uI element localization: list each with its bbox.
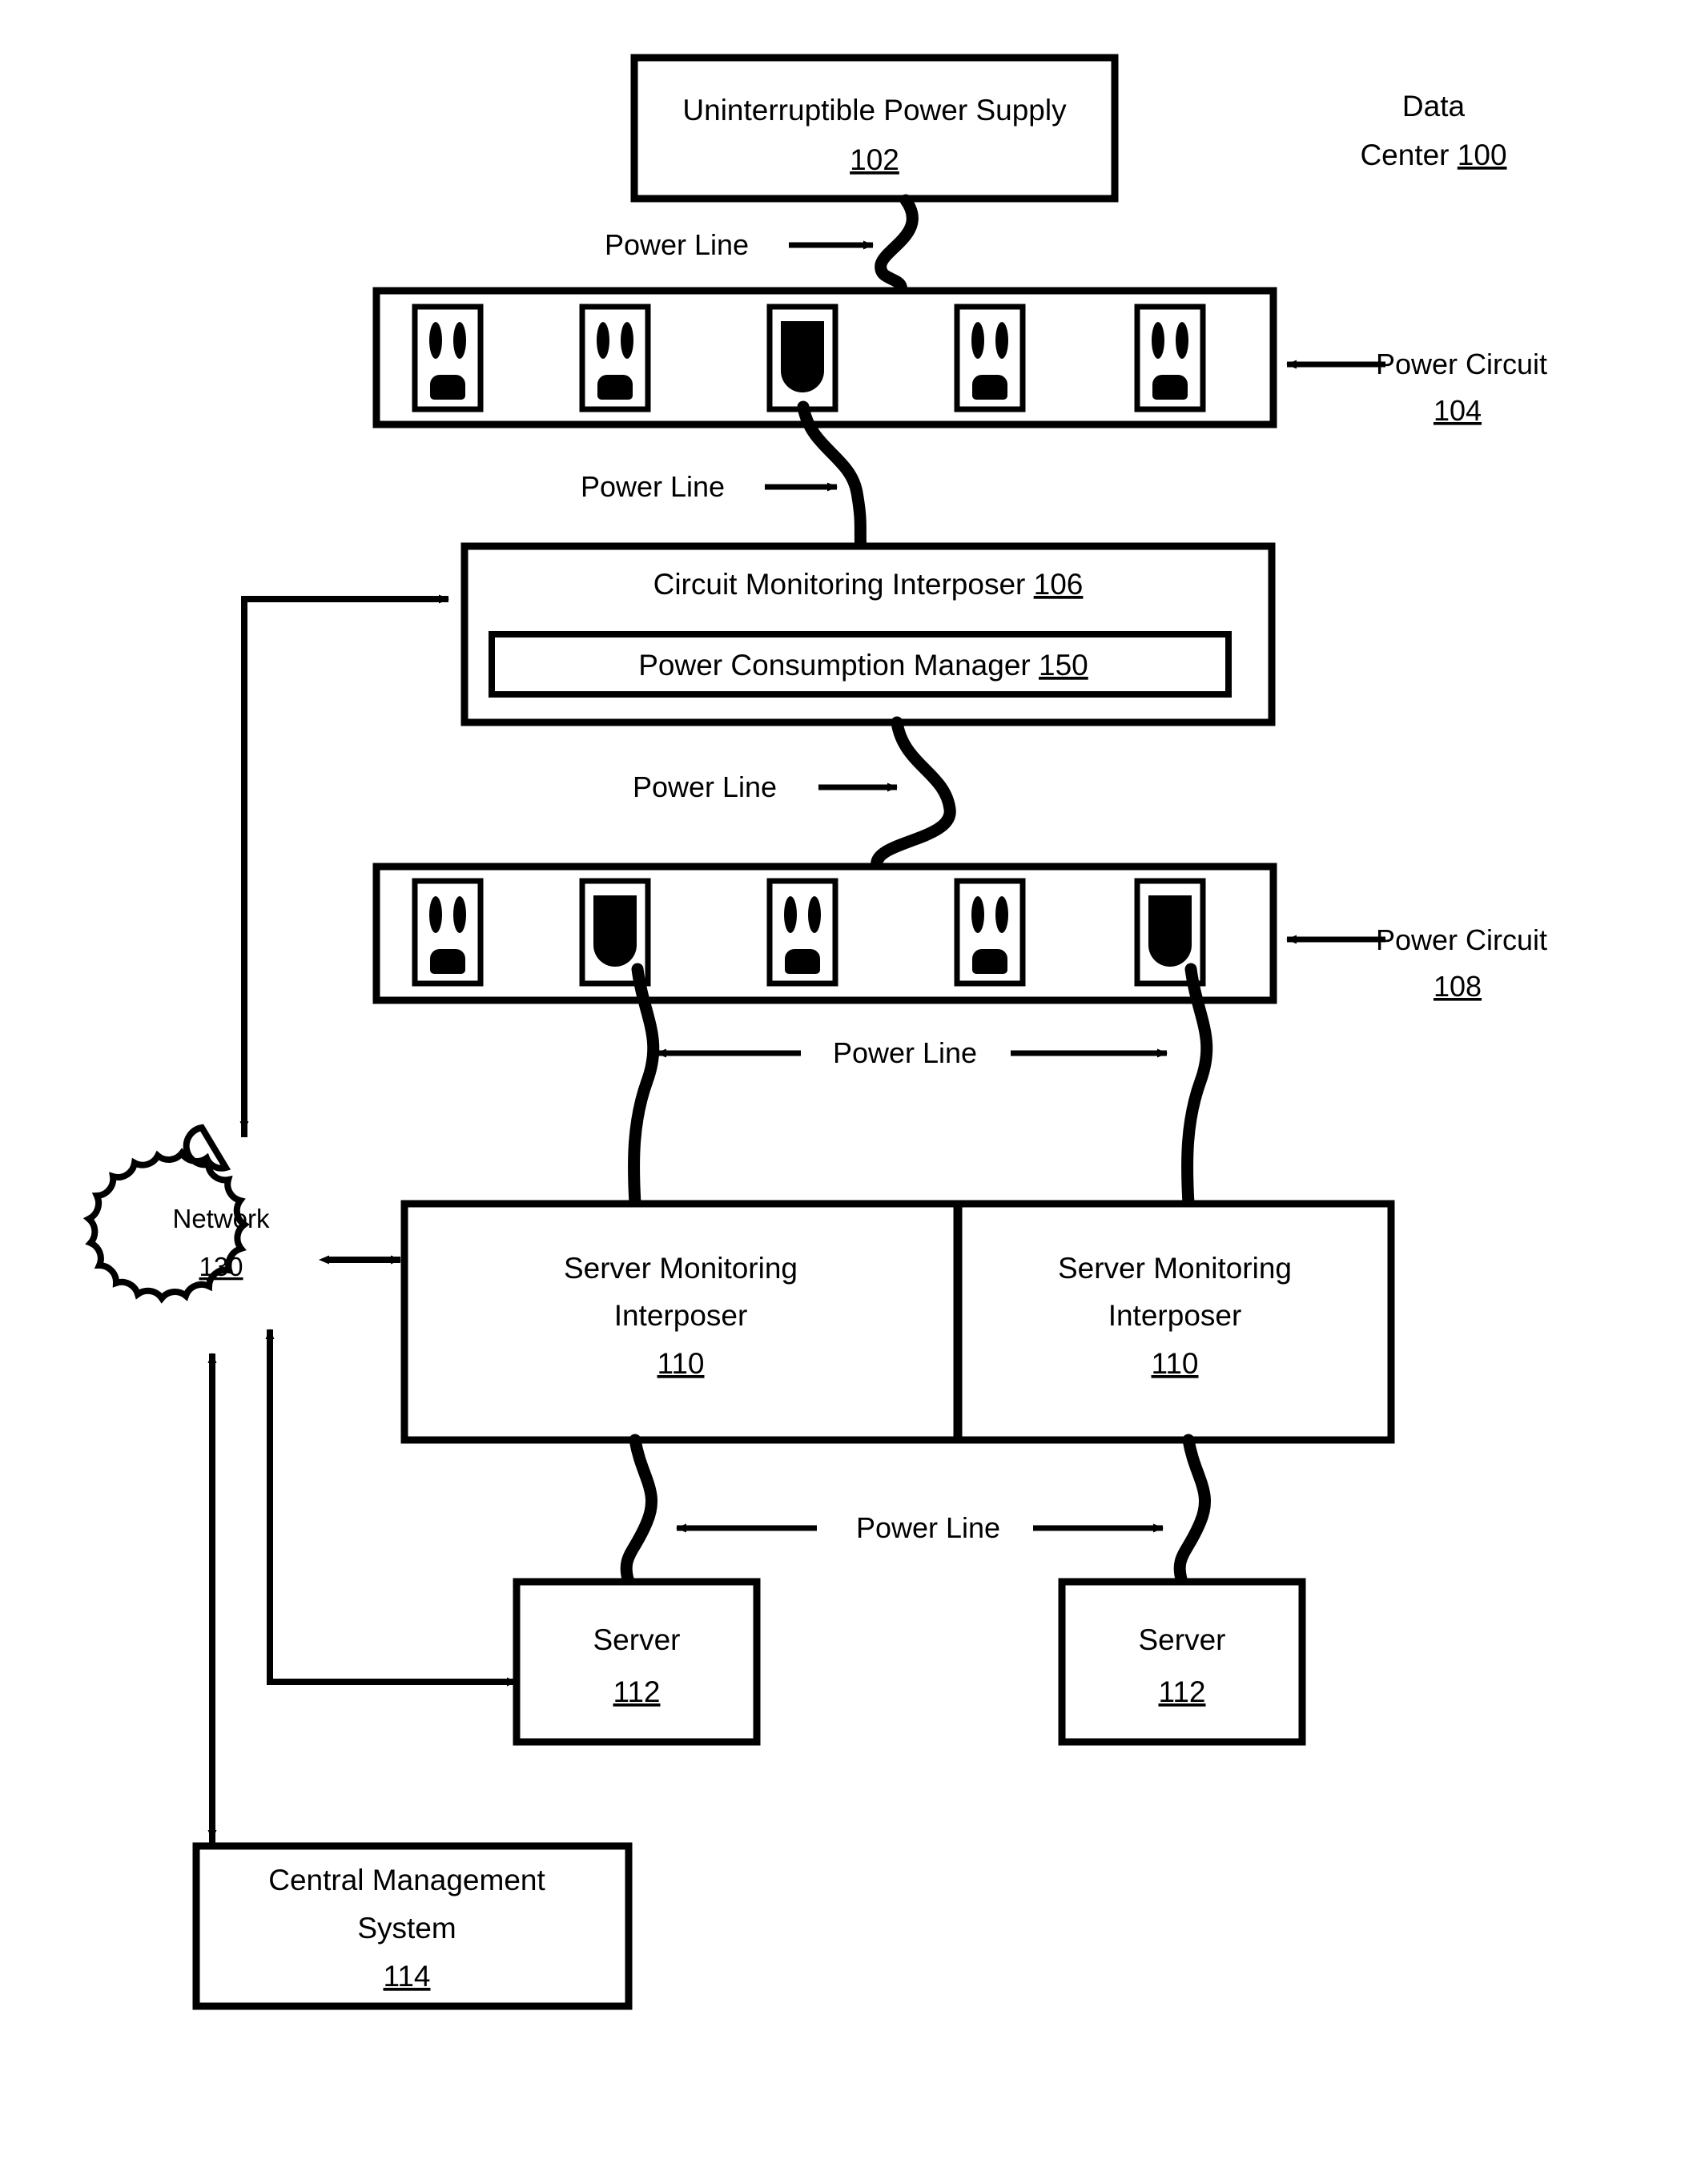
- data-center-corner-label: Data Center 100: [1360, 90, 1506, 171]
- central-management-system-title-1: Central Management: [268, 1864, 545, 1896]
- power-circuit-108-label: Power Circuit: [1376, 923, 1547, 956]
- power-line-circuit108-to-interposers110-annotation: Power Line: [656, 1036, 1168, 1069]
- power-circuit-104-callout: Power Circuit 104: [1286, 348, 1547, 427]
- power-consumption-manager-ref: 150: [1039, 649, 1088, 682]
- power-circuit-108-ref: 108: [1434, 970, 1482, 1003]
- data-center-label-prefix: Center: [1360, 139, 1457, 171]
- server-left-box: [513, 1578, 761, 1746]
- server-monitoring-interposer-left-block: Server Monitoring Interposer 110: [400, 1200, 961, 1444]
- server-monitoring-interposer-right-title-2: Interposer: [1108, 1299, 1242, 1332]
- power-line-circuit104-to-interposer106-annotation: Power Line: [581, 470, 838, 503]
- server-left-title: Server: [593, 1623, 681, 1656]
- server-monitoring-interposer-right-title-1: Server Monitoring: [1058, 1252, 1292, 1285]
- circuit-monitoring-interposer-title: Circuit Monitoring Interposer 106: [653, 568, 1084, 601]
- power-consumption-manager-title: Power Consumption Manager 150: [638, 649, 1088, 682]
- central-management-system-ref: 114: [384, 1960, 431, 1993]
- power-line-circuit104-to-interposer106-cable: [797, 400, 867, 559]
- power-line-circuit108-to-left-interposer110-cable: [628, 963, 660, 1210]
- server-left-ref: 112: [613, 1675, 661, 1708]
- server-monitoring-interposer-left-title-1: Server Monitoring: [564, 1252, 798, 1285]
- server-monitoring-interposer-left-ref: 110: [657, 1347, 705, 1380]
- ups-box: [630, 54, 1119, 203]
- server-right-block: Server 112: [1058, 1578, 1306, 1746]
- server-left-block: Server 112: [513, 1578, 761, 1746]
- power-circuit-104-block: [372, 287, 1277, 428]
- power-line-right-interposer110-to-server112-cable: [1173, 1434, 1211, 1588]
- outlet-5-circuit-104: [1137, 307, 1203, 409]
- power-line-ups-to-circuit104-annotation: Power Line: [605, 228, 874, 261]
- power-line-left-interposer110-to-server112-cable: [620, 1434, 657, 1588]
- ups-title: Uninterruptible Power Supply: [682, 94, 1067, 127]
- power-line-label-3: Power Line: [633, 770, 777, 803]
- central-management-system-title-2: System: [357, 1912, 456, 1945]
- power-circuit-108-block: [372, 863, 1277, 1004]
- power-line-ups-to-circuit104-cable: [875, 194, 919, 298]
- server-monitoring-interposer-left-title-2: Interposer: [614, 1299, 748, 1332]
- server-monitoring-interposer-right-block: Server Monitoring Interposer 110: [955, 1200, 1395, 1444]
- power-line-interposer106-to-circuit108-annotation: Power Line: [633, 770, 898, 803]
- ups-block: Uninterruptible Power Supply 102: [630, 54, 1119, 203]
- ups-ref: 102: [850, 143, 899, 176]
- diagram-canvas: Data Center 100 Uninterruptible Power Su…: [0, 0, 1705, 2184]
- power-line-interposers110-to-servers112-annotation: Power Line: [676, 1511, 1164, 1544]
- data-center-ref: 100: [1458, 139, 1507, 171]
- outlet-3-circuit-104-plugged: [770, 307, 835, 409]
- power-line-label-2: Power Line: [581, 470, 725, 503]
- power-line-label-5: Power Line: [856, 1511, 1000, 1544]
- outlet-4-circuit-104: [957, 307, 1023, 409]
- power-circuit-108-callout: Power Circuit 108: [1286, 923, 1547, 1003]
- power-circuit-104-ref: 104: [1434, 394, 1482, 427]
- outlet-4-circuit-108: [957, 881, 1023, 983]
- power-line-interposer106-to-circuit108-cable: [871, 716, 956, 873]
- circuit-monitoring-interposer-block: Circuit Monitoring Interposer 106 Power …: [460, 542, 1276, 726]
- server-right-box: [1058, 1578, 1306, 1746]
- outlet-1-circuit-108: [415, 881, 481, 983]
- data-center-label-line1: Data: [1402, 90, 1466, 123]
- power-line-circuit108-to-right-interposer110-cable: [1181, 963, 1213, 1210]
- network-title: Network: [172, 1204, 270, 1233]
- power-line-label-4: Power Line: [833, 1036, 977, 1069]
- server-right-ref: 112: [1159, 1675, 1206, 1708]
- power-line-label-1: Power Line: [605, 228, 749, 261]
- outlet-3-circuit-108: [770, 881, 835, 983]
- power-circuit-104-label: Power Circuit: [1376, 348, 1547, 380]
- outlet-2-circuit-104: [582, 307, 648, 409]
- network-cloud: Network 130: [82, 1124, 270, 1304]
- central-management-system-block: Central Management System 114: [192, 1842, 633, 2010]
- server-monitoring-interposer-right-ref: 110: [1152, 1347, 1199, 1380]
- data-center-label-line2: Center 100: [1360, 139, 1506, 171]
- circuit-monitoring-interposer-ref: 106: [1034, 568, 1084, 601]
- network-ref: 130: [199, 1252, 243, 1281]
- data-center-block-diagram: Data Center 100 Uninterruptible Power Su…: [82, 54, 1547, 2010]
- server-right-title: Server: [1139, 1623, 1226, 1656]
- outlet-1-circuit-104: [415, 307, 481, 409]
